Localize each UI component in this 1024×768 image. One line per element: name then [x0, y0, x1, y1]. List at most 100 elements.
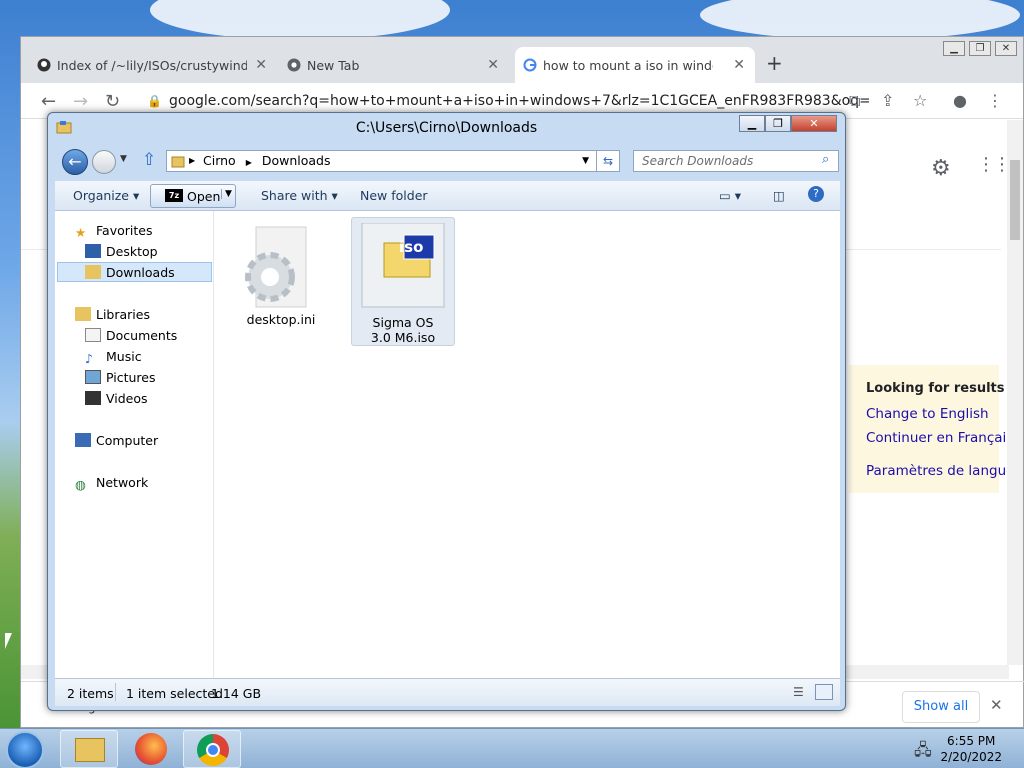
back-arrow-icon[interactable]: ←	[62, 149, 88, 175]
menu-icon[interactable]: ⋮	[987, 91, 1003, 110]
open-button[interactable]: 7z Open ▼	[150, 184, 236, 208]
up-arrow-icon[interactable]: ⇧	[142, 150, 156, 170]
taskbar-chrome[interactable]	[183, 730, 241, 768]
show-all-button[interactable]: Show all	[902, 691, 980, 723]
nav-libraries[interactable]: Libraries	[75, 307, 150, 322]
scrollbar-thumb[interactable]	[1010, 160, 1020, 240]
reload-icon[interactable]: ↻	[105, 91, 120, 112]
github-icon	[37, 58, 51, 72]
nav-network[interactable]: ◍ Network	[75, 475, 149, 492]
share-icon[interactable]: ⇪	[881, 91, 894, 110]
date: 2/20/2022	[940, 750, 1002, 764]
network-tray-icon[interactable]: 🖧	[914, 739, 932, 766]
breadcrumb-downloads[interactable]: Downloads	[262, 153, 331, 168]
open-label: Open	[187, 189, 221, 204]
file-desktop-ini[interactable]: desktop.ini	[231, 223, 331, 327]
explorer-window: C:\Users\Cirno\Downloads ▁ ❐ ✕ ← ▼ ⇧ ▶ C…	[47, 112, 846, 711]
lang-heading: Looking for results in	[866, 381, 1023, 396]
forward-icon[interactable]: →	[73, 91, 88, 112]
nav-favorites[interactable]: ★ Favorites	[75, 223, 152, 240]
music-note-icon: ♪	[85, 351, 93, 366]
search-icon[interactable]: ⌕	[822, 152, 829, 167]
tab-label: New Tab	[307, 57, 360, 73]
large-icons-view-icon[interactable]	[815, 684, 833, 700]
chevron-down-icon[interactable]: ▼	[582, 151, 589, 171]
folder-icon	[56, 121, 72, 134]
forward-arrow-icon[interactable]	[92, 150, 116, 174]
clock[interactable]: 6:55 PM 2/20/2022	[940, 733, 1002, 765]
history-dropdown-icon[interactable]: ▼	[120, 154, 127, 164]
folder-icon	[171, 156, 185, 168]
bookmark-star-icon[interactable]: ☆	[913, 91, 927, 110]
7zip-icon: 7z	[165, 189, 183, 202]
nav-label: Pictures	[106, 370, 156, 385]
breadcrumb-cirno[interactable]: Cirno	[203, 153, 236, 168]
start-button[interactable]	[6, 731, 44, 768]
taskbar-explorer[interactable]	[60, 730, 118, 768]
tab-close-icon[interactable]: ✕	[487, 57, 499, 73]
nav-label: Videos	[106, 391, 148, 406]
desktop-icon	[85, 244, 101, 258]
tab-index[interactable]: Index of /~lily/ISOs/crustywindo ✕	[29, 47, 277, 83]
nav-music[interactable]: ♪ Music	[85, 349, 142, 366]
file-name: Sigma OS 3.0 M6.iso	[370, 315, 436, 345]
maximize-icon[interactable]: ❐	[765, 115, 791, 132]
nav-videos[interactable]: Videos	[85, 391, 148, 406]
explorer-window-controls: ▁ ❐ ✕	[739, 115, 837, 132]
nav-label: Computer	[96, 433, 159, 448]
settings-gear-icon[interactable]: ⚙	[931, 156, 951, 181]
tab-new[interactable]: New Tab ✕	[279, 47, 509, 83]
nav-desktop[interactable]: Desktop	[85, 244, 158, 259]
minimize-icon[interactable]: ▁	[739, 115, 765, 132]
minimize-icon[interactable]: ▁	[943, 41, 965, 56]
profile-icon[interactable]: ●	[953, 91, 967, 110]
vertical-scrollbar[interactable]	[1007, 120, 1023, 665]
breadcrumb[interactable]: ▶ Cirno ▶ Downloads ▼	[166, 150, 618, 172]
nav-label: Music	[106, 349, 142, 364]
nav-downloads[interactable]: Downloads	[85, 265, 175, 280]
settings-file-icon	[245, 226, 307, 308]
refresh-icon[interactable]: ⇆	[596, 150, 620, 172]
tab-google-search[interactable]: how to mount a iso in windows 7 ✕	[515, 47, 755, 83]
nav-label: Desktop	[106, 244, 158, 259]
maximize-icon[interactable]: ❐	[969, 41, 991, 56]
close-icon[interactable]: ✕	[995, 41, 1017, 56]
continuer-en-francais-link[interactable]: Continuer en Français	[866, 430, 1013, 446]
file-name: desktop.ini	[246, 312, 316, 327]
close-downloads-icon[interactable]: ✕	[990, 696, 1003, 714]
nav-label: Network	[96, 475, 149, 490]
firefox-icon[interactable]	[135, 733, 167, 765]
wallpaper-cloud	[700, 0, 1020, 40]
organize-button[interactable]: Organize ▾	[73, 188, 139, 203]
tab-close-icon[interactable]: ✕	[255, 57, 267, 73]
address-bar[interactable]: google.com/search?q=how+to+mount+a+iso+i…	[169, 88, 869, 114]
iso-badge: iso	[399, 238, 424, 256]
tab-strip: Index of /~lily/ISOs/crustywindo ✕ New T…	[21, 37, 1023, 83]
language-settings-link[interactable]: Paramètres de langue	[866, 463, 1014, 479]
share-with-button[interactable]: Share with ▾	[261, 188, 338, 203]
command-bar: Organize ▾ 7z Open ▼ Share with ▾ New fo…	[55, 181, 840, 211]
translate-icon[interactable]: ⧉	[849, 91, 860, 111]
nav-pictures[interactable]: Pictures	[85, 370, 156, 385]
back-icon[interactable]: ←	[41, 91, 56, 112]
tab-close-icon[interactable]: ✕	[733, 57, 745, 73]
search-input[interactable]: Search Downloads	[633, 150, 839, 172]
nav-documents[interactable]: Documents	[85, 328, 177, 343]
nav-computer[interactable]: Computer	[75, 433, 158, 448]
chevron-right-icon: ▶	[245, 158, 252, 167]
star-icon: ★	[75, 225, 87, 240]
libraries-icon	[75, 307, 91, 321]
divider	[115, 683, 116, 701]
help-icon[interactable]: ?	[808, 186, 824, 202]
view-options-icon[interactable]: ▭ ▾	[719, 188, 741, 203]
preview-pane-icon[interactable]: ◫	[773, 188, 785, 203]
close-icon[interactable]: ✕	[791, 115, 837, 132]
pictures-icon	[85, 370, 101, 384]
change-to-english-link[interactable]: Change to English	[866, 406, 989, 422]
new-folder-button[interactable]: New folder	[360, 188, 428, 203]
file-sigma-os-iso[interactable]: iso Sigma OS 3.0 M6.iso	[351, 222, 455, 345]
chevron-down-icon[interactable]: ▼	[221, 189, 235, 199]
new-tab-icon[interactable]: +	[766, 51, 783, 75]
details-view-icon[interactable]: ☰	[793, 685, 804, 699]
share-label: Share with	[261, 188, 328, 203]
